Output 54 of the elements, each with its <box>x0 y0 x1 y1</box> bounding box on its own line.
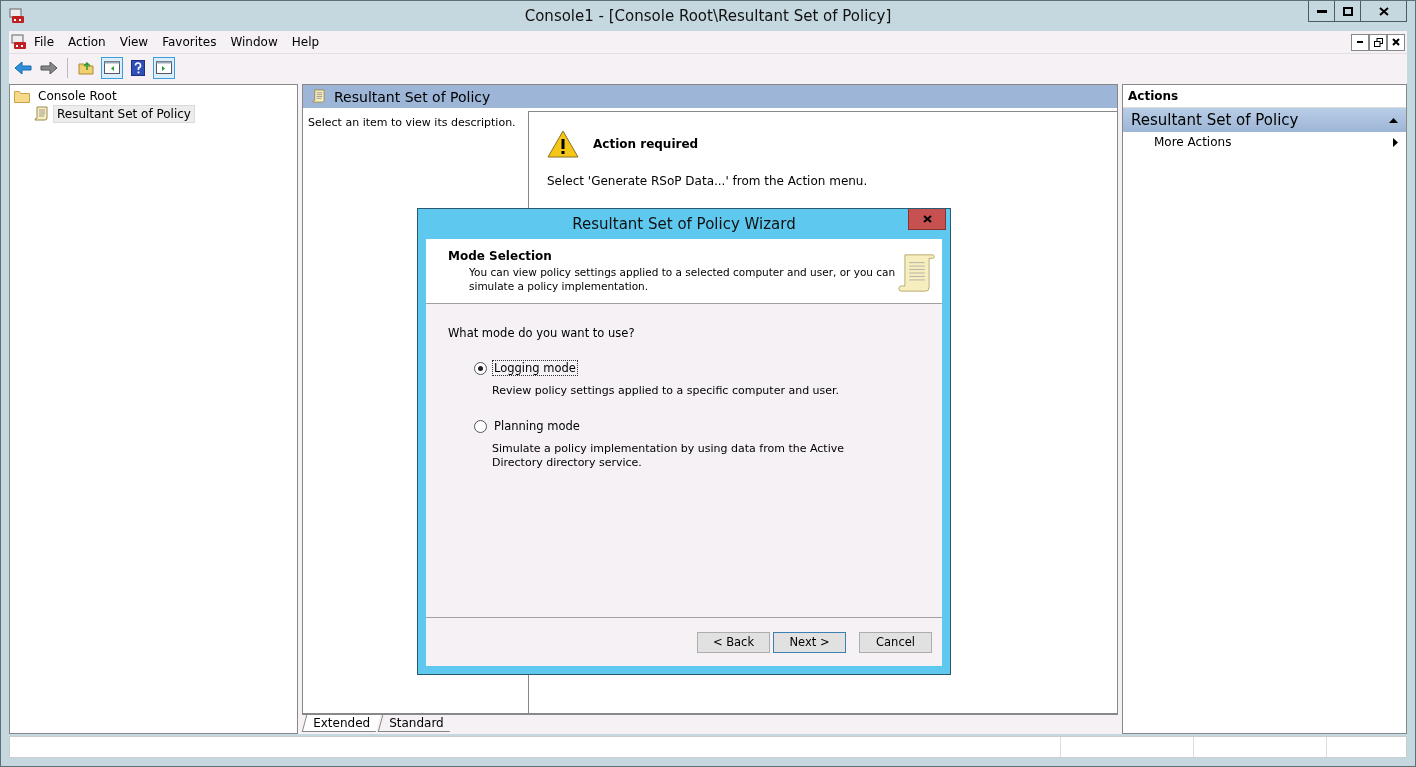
option-description: Review policy settings applied to a specific computer and user. <box>492 384 841 398</box>
action-item[interactable]: More Actions <box>1123 132 1406 152</box>
folder-up-icon <box>78 60 94 75</box>
minimize-button[interactable] <box>1351 33 1369 51</box>
question-text: What mode do you want to use? <box>448 326 636 340</box>
folder-icon <box>14 89 30 103</box>
forward-arrow-icon <box>40 60 58 75</box>
minimize-icon <box>1316 9 1327 13</box>
menu-item[interactable]: Favorites <box>155 35 224 49</box>
wizard-button[interactable]: Next > <box>773 631 846 653</box>
description-text: Select an item to view its description. <box>308 116 516 129</box>
submenu-arrow-icon <box>1393 137 1398 147</box>
mode-radio[interactable]: Logging mode <box>474 360 920 376</box>
window-title: Console1 - [Console Root\Resultant Set of Policy] <box>523 7 893 25</box>
toolbar-button[interactable] <box>101 56 123 79</box>
notice-message: Select 'Generate RSoP Data...' from the Action menu. <box>547 174 869 188</box>
dialog-title: Resultant Set of Policy Wizard <box>572 215 796 233</box>
menu-item[interactable]: Window <box>223 35 285 49</box>
close-button[interactable] <box>1361 1 1407 22</box>
notice-title: Action required <box>593 137 699 151</box>
pane-left-icon <box>104 61 120 74</box>
menu-item[interactable]: View <box>112 35 156 49</box>
wizard-button[interactable]: Cancel <box>859 631 932 653</box>
app-icon <box>9 8 25 24</box>
close-button[interactable] <box>1387 33 1405 51</box>
maximize-icon <box>1342 6 1353 16</box>
restore-icon <box>1373 37 1383 47</box>
option-description: Simulate a policy implementation by using data from the Active Directory directory service. <box>492 442 845 470</box>
scroll-icon <box>311 89 326 104</box>
minimize-icon <box>1357 41 1363 43</box>
mode-radio[interactable]: Planning mode <box>474 418 920 434</box>
wizard-heading: Mode Selection <box>448 249 553 263</box>
close-icon <box>922 215 932 223</box>
help-icon <box>131 59 145 76</box>
pane-title: Resultant Set of Policy <box>334 88 491 105</box>
close-icon <box>1378 6 1389 16</box>
menu-item[interactable]: Help <box>284 35 327 49</box>
scroll-icon <box>33 106 49 122</box>
maximize-button[interactable] <box>1335 1 1361 22</box>
tree-item[interactable]: Console Root <box>34 87 121 105</box>
wizard-subtitle: You can view policy settings applied to a selected computer and user, or you can simulate a policy implementation. <box>468 265 897 293</box>
pane-right-icon <box>156 61 172 74</box>
menu-item[interactable]: File <box>27 35 62 49</box>
restore-button[interactable] <box>1369 33 1387 51</box>
back-arrow-icon <box>14 60 32 75</box>
menu-item[interactable]: Action <box>61 35 113 49</box>
wizard-button[interactable]: < Back <box>697 631 770 653</box>
tree-item[interactable]: Resultant Set of Policy <box>53 105 195 123</box>
actions-section[interactable]: Resultant Set of Policy <box>1123 108 1406 132</box>
close-icon <box>1392 38 1400 46</box>
view-tab[interactable]: Extended <box>301 715 381 732</box>
toolbar-button[interactable] <box>153 56 175 79</box>
warning-icon <box>547 130 579 158</box>
minimize-button[interactable] <box>1308 1 1335 22</box>
